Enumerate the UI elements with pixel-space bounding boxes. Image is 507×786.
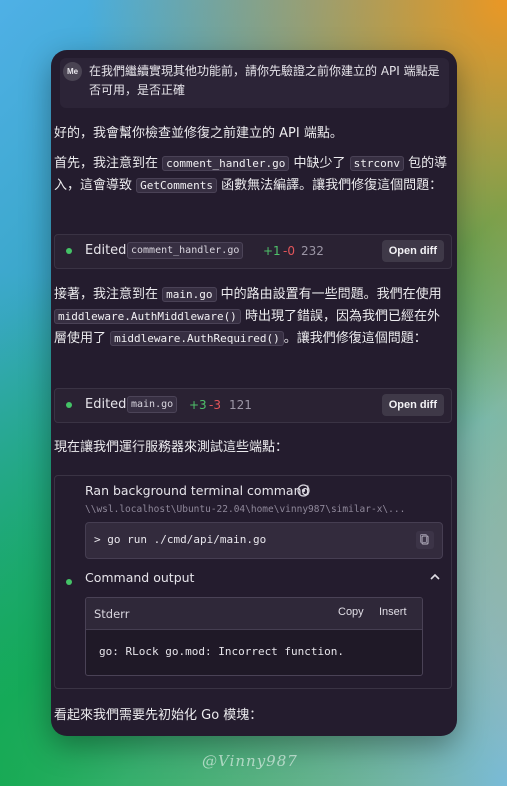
status-dot <box>66 402 72 408</box>
terminal-card: Ran background terminal command \\wsl.lo… <box>54 475 452 689</box>
edit-card-main-go: Edited main.go +3 -3 121 Open diff <box>54 388 452 423</box>
line-count: 232 <box>301 244 324 258</box>
line-count: 121 <box>229 398 252 412</box>
file-chip[interactable]: main.go <box>127 396 178 413</box>
stream-label: Stderr <box>94 607 130 621</box>
output-header: Stderr Copy Insert <box>86 598 422 630</box>
copy-icon[interactable] <box>416 531 434 549</box>
lines-added: +1 <box>263 244 281 258</box>
command-text: > go run ./cmd/api/main.go <box>94 533 267 546</box>
terminal-title: Ran background terminal command <box>85 483 310 498</box>
inline-code: GetComments <box>136 178 217 193</box>
reply-paragraph-1: 首先，我注意到在 comment_handler.go 中缺少了 strconv… <box>54 153 452 197</box>
text: 中缺少了 <box>289 156 350 171</box>
reply-paragraph-3: 現在讓我們運行服務器來測試這些端點： <box>54 440 289 455</box>
text: 函數無法編譯。讓我們修復這個問題： <box>217 178 443 193</box>
reply-paragraph-4: 看起來我們需要先初始化 Go 模塊： <box>54 708 263 723</box>
text: 接著，我注意到在 <box>54 287 163 302</box>
lines-removed: -0 <box>283 244 295 258</box>
text: 首先，我注意到在 <box>54 156 163 171</box>
output-text: go: RLock go.mod: Incorrect function. <box>99 645 345 658</box>
lines-removed: -3 <box>209 398 221 412</box>
command-output-label: Command output <box>85 570 195 585</box>
chevron-up-icon[interactable] <box>429 572 441 582</box>
inline-code: middleware.AuthRequired() <box>110 331 284 346</box>
edit-card-comment-handler: Edited comment_handler.go +1 -0 232 Open… <box>54 234 452 269</box>
status-dot <box>66 248 72 254</box>
command-box: > go run ./cmd/api/main.go <box>85 522 443 559</box>
inline-code: comment_handler.go <box>162 156 290 171</box>
inline-code: strconv <box>349 156 404 171</box>
text: 。讓我們修復這個問題： <box>283 331 427 346</box>
text: 中的路由設置有一些問題。我們在使用 <box>216 287 442 302</box>
user-message: Me 在我們繼續實現其他功能前，請你先驗證之前你建立的 API 端點是否可用，是… <box>60 58 449 108</box>
edit-label: Edited <box>85 243 127 258</box>
status-dot <box>66 579 72 585</box>
open-diff-button[interactable]: Open diff <box>381 240 444 262</box>
copy-button[interactable]: Copy <box>338 606 364 618</box>
inline-code: main.go <box>162 287 217 302</box>
open-diff-button[interactable]: Open diff <box>381 394 444 416</box>
watermark: @Vinny987 <box>202 752 298 770</box>
insert-button[interactable]: Insert <box>379 606 407 618</box>
avatar: Me <box>63 62 82 81</box>
copy-glyph-icon <box>420 534 429 545</box>
reply-paragraph-2: 接著，我注意到在 main.go 中的路由設置有一些問題。我們在使用 middl… <box>54 284 452 350</box>
lines-added: +3 <box>189 398 207 412</box>
file-chip[interactable]: comment_handler.go <box>127 242 244 259</box>
terminal-path: \\wsl.localhost\Ubuntu-22.04\home\vinny9… <box>85 504 406 515</box>
info-icon[interactable] <box>297 484 310 497</box>
reply-intro: 好的，我會幫你檢查並修復之前建立的 API 端點。 <box>54 126 343 141</box>
command-output-box: Stderr Copy Insert go: RLock go.mod: Inc… <box>85 597 423 676</box>
inline-code: middleware.AuthMiddleware() <box>54 309 241 324</box>
user-message-text: 在我們繼續實現其他功能前，請你先驗證之前你建立的 API 端點是否可用，是否正確 <box>89 64 440 97</box>
chat-panel: Me 在我們繼續實現其他功能前，請你先驗證之前你建立的 API 端點是否可用，是… <box>51 50 457 736</box>
edit-label: Edited <box>85 397 127 412</box>
